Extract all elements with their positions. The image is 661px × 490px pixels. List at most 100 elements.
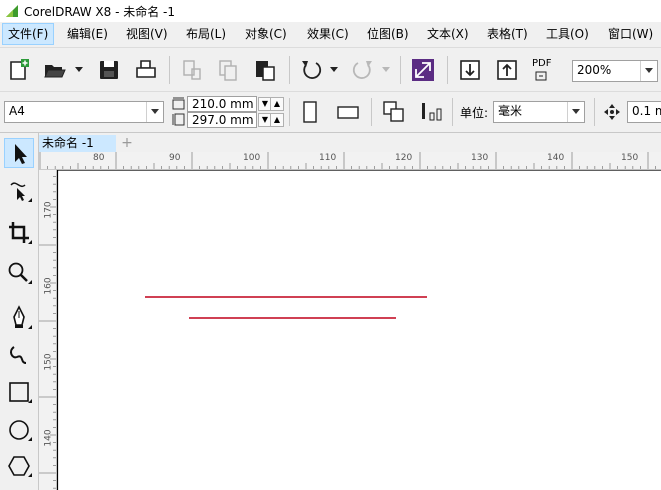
publish-pdf-button[interactable]: PDF	[530, 57, 556, 83]
pick-tool[interactable]	[4, 138, 34, 168]
ruler-label: 140	[43, 429, 54, 447]
toolbar-separator	[452, 98, 453, 126]
ruler-label: 110	[319, 153, 337, 163]
curve-brush-icon	[10, 346, 27, 364]
page-width-stepper-up[interactable]: ▲	[270, 97, 284, 111]
ellipse-icon	[9, 420, 32, 441]
toolbar-separator	[400, 56, 401, 84]
pdf-label: PDF	[532, 58, 552, 69]
menu-bitmap[interactable]: 位图(B)	[362, 24, 414, 44]
title-bar: CorelDRAW X8 - 未命名 -1	[0, 0, 661, 22]
paste-icon[interactable]	[252, 57, 278, 83]
shape-tool[interactable]	[4, 176, 34, 206]
open-dropdown-icon[interactable]	[74, 67, 84, 73]
vertical-ruler[interactable]: 170 160 150 140	[39, 169, 57, 490]
coreldraw-logo-icon	[4, 3, 20, 19]
toolbar-separator	[289, 98, 290, 126]
nudge-value: 0.1 m	[632, 104, 661, 118]
cut-icon	[183, 60, 201, 80]
ruler-label: 170	[43, 201, 54, 219]
page-height-value: 297.0 mm	[192, 113, 254, 127]
polygon-tool[interactable]	[4, 451, 34, 481]
rectangle-tool[interactable]	[4, 377, 34, 407]
ruler-label: 80	[93, 153, 105, 163]
ruler-label: 140	[547, 153, 565, 163]
page-width-icon	[172, 97, 185, 110]
page-height-stepper-up[interactable]: ▲	[270, 113, 284, 127]
portrait-icon[interactable]	[297, 99, 323, 125]
menu-object[interactable]: 对象(C)	[240, 24, 292, 44]
document-tab-strip: 未命名 -1 +	[39, 133, 661, 152]
menu-tools[interactable]: 工具(O)	[541, 24, 594, 44]
landscape-icon[interactable]	[335, 99, 361, 125]
freehand-tool[interactable]	[4, 303, 34, 333]
import-icon[interactable]	[457, 57, 483, 83]
page-width-value: 210.0 mm	[192, 97, 254, 111]
hexagon-icon	[8, 456, 32, 477]
ruler-label: 150	[43, 353, 54, 371]
drawing-canvas[interactable]	[57, 170, 661, 490]
new-document-icon[interactable]	[6, 57, 32, 83]
ruler-label: 150	[621, 153, 639, 163]
menu-layout[interactable]: 布局(L)	[181, 24, 231, 44]
undo-icon[interactable]	[298, 57, 324, 83]
copy-icon	[219, 60, 237, 81]
pdf-icon	[535, 71, 547, 81]
menu-text[interactable]: 文本(X)	[422, 24, 474, 44]
menu-table[interactable]: 表格(T)	[482, 24, 533, 44]
canvas-drawing	[57, 170, 661, 490]
standard-toolbar: PDF 200%	[0, 48, 661, 92]
page-height-icon	[172, 113, 185, 126]
crop-tool[interactable]	[4, 218, 34, 248]
artistic-media-tool[interactable]	[4, 339, 34, 369]
ruler-label: 130	[471, 153, 489, 163]
toolbar-separator	[371, 98, 372, 126]
current-page-icon[interactable]	[418, 99, 444, 125]
crop-icon	[9, 222, 32, 244]
pointer-icon	[15, 144, 27, 164]
property-bar: A4 210.0 mm ▼ ▲ 297.0 mm ▼ ▲ 单位: 毫米 0.1 …	[0, 92, 661, 133]
document-tab[interactable]: 未命名 -1	[39, 135, 116, 152]
magnifier-icon	[8, 262, 32, 284]
window-title: CorelDRAW X8 - 未命名 -1	[24, 5, 176, 19]
save-icon[interactable]	[96, 57, 122, 83]
menu-window[interactable]: 窗口(W)	[603, 24, 658, 44]
open-folder-icon[interactable]	[42, 57, 68, 83]
units-value: 毫米	[498, 104, 523, 118]
nudge-field[interactable]: 0.1 m	[627, 101, 661, 123]
toolbox	[0, 133, 39, 490]
menu-bar: 文件(F) 编辑(E) 视图(V) 布局(L) 对象(C) 效果(C) 位图(B…	[0, 22, 661, 48]
print-icon[interactable]	[133, 57, 159, 83]
add-tab-button[interactable]: +	[119, 135, 135, 152]
menu-view[interactable]: 视图(V)	[121, 24, 173, 44]
redo-dropdown-icon	[382, 67, 390, 72]
export-icon[interactable]	[494, 57, 520, 83]
toolbar-separator	[447, 56, 448, 84]
menu-effects[interactable]: 效果(C)	[302, 24, 354, 44]
all-pages-icon[interactable]	[381, 99, 407, 125]
menu-edit[interactable]: 编辑(E)	[62, 24, 113, 44]
toolbar-separator	[169, 56, 170, 84]
shape-node-icon	[10, 182, 32, 202]
page-width-field[interactable]: 210.0 mm	[187, 96, 257, 112]
chevron-down-icon[interactable]	[567, 102, 584, 122]
undo-dropdown-icon[interactable]	[329, 67, 339, 73]
horizontal-ruler[interactable]: 80 90 100 110 120 130 140 150	[39, 152, 661, 170]
zoom-level-combo[interactable]: 200%	[572, 60, 658, 82]
menu-file[interactable]: 文件(F)	[2, 23, 55, 45]
ruler-label: 100	[243, 153, 261, 163]
toolbar-separator	[289, 56, 290, 84]
ellipse-tool[interactable]	[4, 415, 34, 445]
chevron-down-icon[interactable]	[146, 102, 163, 122]
page-size-value: A4	[9, 104, 25, 118]
chevron-down-icon[interactable]	[640, 61, 657, 81]
ruler-label: 90	[169, 153, 181, 163]
search-content-icon[interactable]	[410, 57, 436, 83]
ruler-label: 120	[395, 153, 413, 163]
page-height-field[interactable]: 297.0 mm	[187, 112, 257, 128]
zoom-tool[interactable]	[4, 258, 34, 288]
units-combo[interactable]: 毫米	[493, 101, 585, 123]
toolbar-separator	[594, 98, 595, 126]
ruler-label: 160	[43, 277, 54, 295]
page-size-combo[interactable]: A4	[4, 101, 164, 123]
